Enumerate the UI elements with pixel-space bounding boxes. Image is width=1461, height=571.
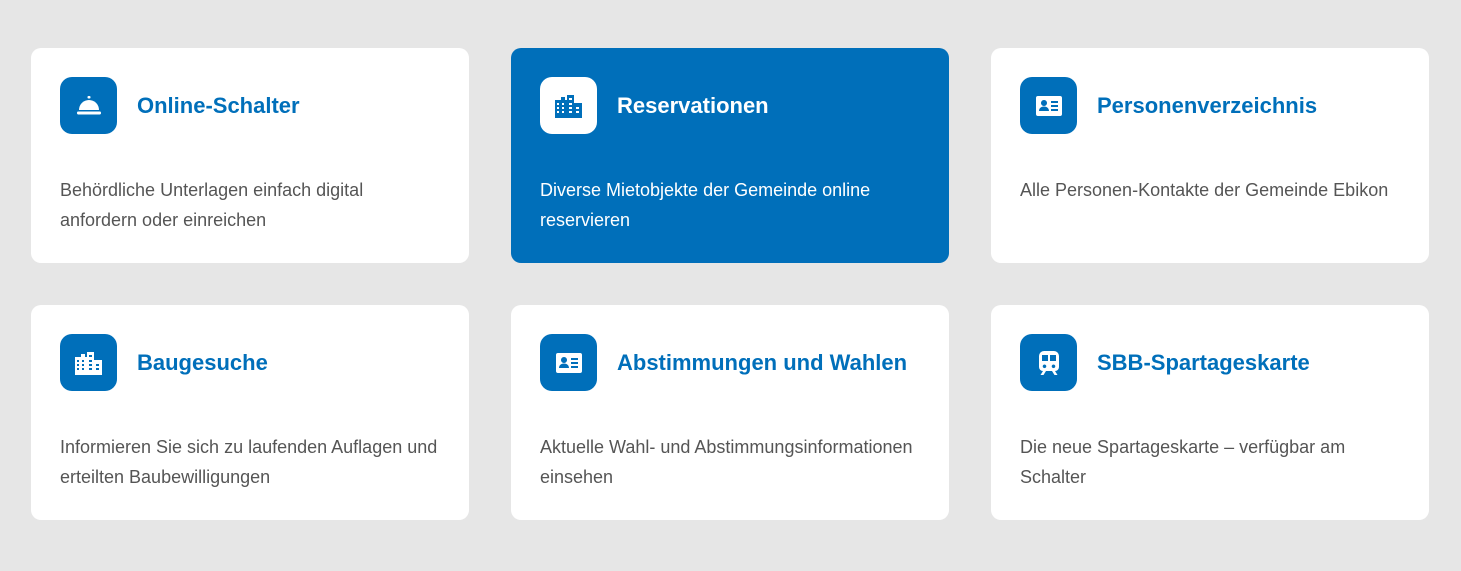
card-title: Personenverzeichnis bbox=[1097, 92, 1318, 118]
card-abstimmungen-und-wahlen[interactable]: Abstimmungen und Wahlen Aktuelle Wahl- u… bbox=[511, 305, 949, 520]
card-reservationen[interactable]: Reservationen Diverse Mietobjekte der Ge… bbox=[511, 48, 949, 263]
card-header: Reservationen bbox=[540, 77, 920, 134]
card-description: Aktuelle Wahl- und Abstimmungsinformatio… bbox=[540, 437, 913, 487]
card-sbb-spartageskarte[interactable]: SBB-Spartageskarte Die neue Spartageskar… bbox=[991, 305, 1429, 520]
card-description: Behördliche Unterlagen einfach digital a… bbox=[60, 180, 364, 230]
city-buildings-icon bbox=[540, 77, 597, 134]
card-online-schalter[interactable]: Online-Schalter Behördliche Unterlagen e… bbox=[31, 48, 469, 263]
card-personenverzeichnis[interactable]: Personenverzeichnis Alle Personen-Kontak… bbox=[991, 48, 1429, 263]
city-buildings-icon bbox=[60, 334, 117, 391]
card-description: Diverse Mietobjekte der Gemeinde online … bbox=[540, 180, 871, 230]
card-baugesuche[interactable]: Baugesuche Informieren Sie sich zu laufe… bbox=[31, 305, 469, 520]
card-title: Abstimmungen und Wahlen bbox=[617, 349, 908, 375]
contact-card-icon bbox=[1020, 77, 1077, 134]
card-title: Online-Schalter bbox=[137, 92, 300, 118]
contact-card-icon bbox=[540, 334, 597, 391]
train-icon bbox=[1020, 334, 1077, 391]
card-header: Personenverzeichnis bbox=[1020, 77, 1400, 134]
service-bell-icon bbox=[60, 77, 117, 134]
card-description: Alle Personen-Kontakte der Gemeinde Ebik… bbox=[1020, 180, 1389, 200]
card-title: SBB-Spartageskarte bbox=[1097, 349, 1310, 375]
service-tiles-grid: Online-Schalter Behördliche Unterlagen e… bbox=[31, 48, 1429, 520]
card-description: Informieren Sie sich zu laufenden Auflag… bbox=[60, 437, 438, 487]
card-title: Reservationen bbox=[617, 92, 769, 118]
card-header: Baugesuche bbox=[60, 334, 440, 391]
card-header: Abstimmungen und Wahlen bbox=[540, 334, 920, 391]
card-description: Die neue Spartageskarte – verfügbar am S… bbox=[1020, 437, 1346, 487]
card-header: SBB-Spartageskarte bbox=[1020, 334, 1400, 391]
card-title: Baugesuche bbox=[137, 349, 268, 375]
card-header: Online-Schalter bbox=[60, 77, 440, 134]
